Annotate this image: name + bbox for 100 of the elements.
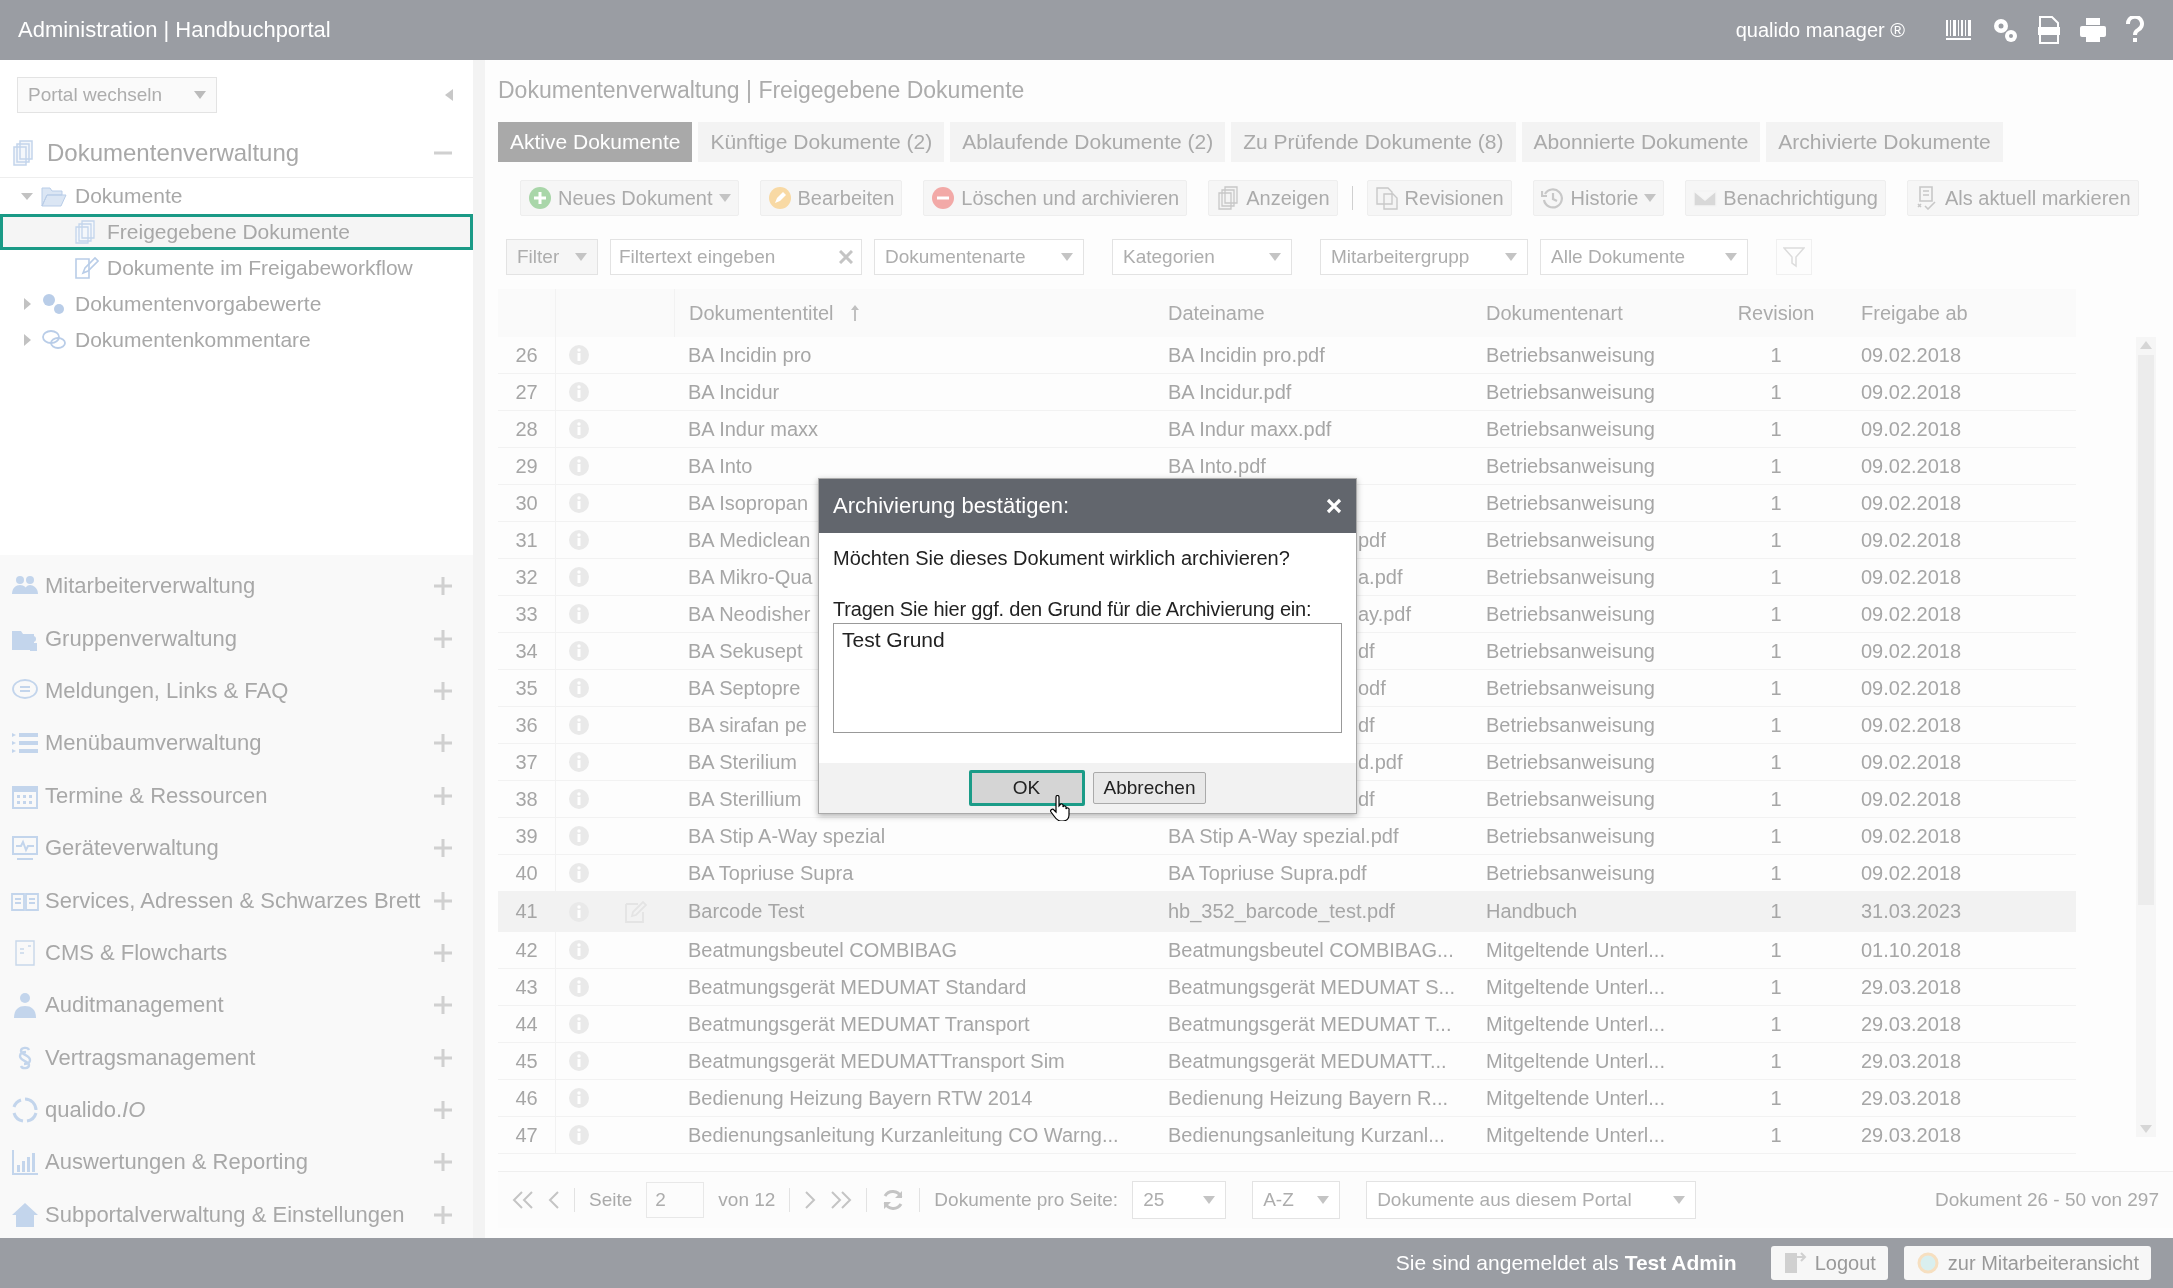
- plus-icon[interactable]: [433, 733, 453, 754]
- module-item[interactable]: Termine & Ressourcen: [0, 769, 473, 822]
- module-item[interactable]: Meldungen, Links & FAQ: [0, 664, 473, 718]
- toolbar-button[interactable]: Revisionen: [1366, 180, 1512, 216]
- toolbar-button[interactable]: Als aktuell markieren: [1906, 180, 2139, 216]
- module-item[interactable]: Mitarbeiterverwaltung: [0, 560, 473, 613]
- previous-page-icon[interactable]: [548, 1191, 560, 1209]
- plus-icon[interactable]: [433, 1152, 453, 1173]
- scope-select[interactable]: Dokumente aus diesem Portal: [1366, 1181, 1697, 1219]
- table-cell: BA Incidin pro: [688, 343, 812, 367]
- toolbar-button[interactable]: Bearbeiten: [759, 180, 903, 216]
- dialog-title: Archivierung bestätigen:: [833, 493, 1070, 519]
- plus-icon[interactable]: [433, 1100, 453, 1121]
- print-icon[interactable]: [2079, 17, 2107, 43]
- plus-icon[interactable]: [433, 1047, 453, 1068]
- spreadsheet-file-icon[interactable]: [2037, 16, 2061, 44]
- tree-item[interactable]: Dokumente: [0, 178, 473, 214]
- table-cell: BA Sterillium: [688, 787, 802, 811]
- module-item[interactable]: Auditmanagement: [0, 979, 473, 1032]
- clear-icon[interactable]: [839, 250, 853, 264]
- module-item[interactable]: Menübaumverwaltung: [0, 717, 473, 770]
- tree-item[interactable]: Dokumentenkommentare: [0, 322, 473, 358]
- copy-icon: [1374, 186, 1399, 210]
- module-label: Mitarbeiterverwaltung: [45, 573, 257, 600]
- toolbar-button[interactable]: Historie: [1532, 180, 1665, 216]
- tree-label: Freigegebene Dokumente: [107, 220, 350, 244]
- module-item[interactable]: qualido.IO: [0, 1083, 473, 1137]
- table-cell: 09.02.2018: [1861, 380, 1962, 404]
- plus-icon[interactable]: [433, 890, 453, 911]
- dialog-button[interactable]: OK: [968, 770, 1085, 806]
- last-page-icon[interactable]: [830, 1191, 853, 1209]
- module-item[interactable]: Gruppenverwaltung: [0, 612, 473, 665]
- module-item[interactable]: Auswertungen & Reporting: [0, 1136, 473, 1189]
- tree-item[interactable]: Freigegebene Dokumente: [0, 214, 473, 250]
- table-cell: Beatmungsbeutel COMBIBAG: [688, 938, 957, 962]
- first-page-icon[interactable]: [512, 1191, 534, 1209]
- sort-select[interactable]: A-Z: [1252, 1181, 1341, 1219]
- table-cell: BA Sterilium: [688, 750, 797, 774]
- plus-icon[interactable]: [433, 785, 453, 806]
- status-button[interactable]: zur Mitarbeiteransicht: [1903, 1246, 2151, 1280]
- table-cell: 1: [1770, 938, 1782, 962]
- tree-item[interactable]: Dokumente im Freigabeworkflow: [0, 250, 473, 286]
- tab[interactable]: Aktive Dokumente: [498, 122, 693, 162]
- row-number: 45: [498, 1043, 556, 1079]
- module-item[interactable]: CMS & Flowcharts: [0, 926, 473, 980]
- toolbar-button[interactable]: Löschen und archivieren: [923, 180, 1188, 216]
- table-cell: Beatmungsbeutel COMBIBAG...: [1168, 938, 1454, 962]
- status-button[interactable]: Logout: [1770, 1246, 1888, 1280]
- filter-dropdown[interactable]: Dokumentenarte: [874, 239, 1084, 275]
- tab[interactable]: Zu Prüfende Dokumente (8): [1231, 122, 1516, 162]
- filter-dropdown[interactable]: Filter: [506, 239, 598, 275]
- barcode-icon[interactable]: [1945, 18, 1973, 42]
- reason-field[interactable]: Test Grund: [833, 623, 1342, 733]
- section-title[interactable]: Dokumentenverwaltung: [47, 139, 423, 167]
- portal-select[interactable]: Portal wechseln: [17, 77, 217, 113]
- scroll-up-icon[interactable]: [2140, 341, 2152, 349]
- next-page-icon[interactable]: [804, 1191, 817, 1209]
- module-item[interactable]: Vertragsmanagement: [0, 1031, 473, 1084]
- selected-row[interactable]: 41 Barcode Test hb_352_barcode_test.pdf Handbuch 1 31.03.2023: [498, 892, 2076, 932]
- page-field[interactable]: 2: [646, 1182, 705, 1218]
- tree-item[interactable]: Dokumentenvorgabewerte: [0, 286, 473, 322]
- dialog-button[interactable]: Abbrechen: [1092, 772, 1207, 804]
- tab[interactable]: Künftige Dokumente (2): [698, 122, 945, 162]
- plus-icon[interactable]: [433, 995, 453, 1016]
- toolbar-button[interactable]: Anzeigen: [1208, 180, 1338, 216]
- table-cell: 09.02.2018: [1861, 454, 1962, 478]
- help-icon[interactable]: [2125, 16, 2145, 44]
- tab[interactable]: Archivierte Dokumente: [1766, 122, 2003, 162]
- caret-right-icon[interactable]: [21, 334, 33, 346]
- gears-icon[interactable]: [1991, 16, 2019, 44]
- filter-dropdown[interactable]: Kategorien: [1112, 239, 1292, 275]
- table-cell: Betriebsanweisung: [1486, 824, 1655, 848]
- module-item[interactable]: Geräteverwaltung: [0, 821, 473, 875]
- row-number: 32: [498, 559, 556, 595]
- per-page-select[interactable]: 25: [1132, 1181, 1227, 1219]
- caret-down-icon[interactable]: [21, 190, 33, 202]
- filter-text-field[interactable]: Filtertext eingeben: [610, 239, 862, 275]
- caret-icon: [1317, 1196, 1330, 1204]
- toolbar-button[interactable]: Benachrichtigung: [1685, 180, 1886, 216]
- scroll-down-icon[interactable]: [2140, 1125, 2152, 1133]
- toolbar-button[interactable]: Neues Dokument: [520, 180, 739, 216]
- scrollbar[interactable]: [2136, 337, 2156, 1137]
- tab[interactable]: Abonnierte Dokumente: [1521, 122, 1761, 162]
- module-item[interactable]: Services, Adressen & Schwarzes Brett: [0, 874, 473, 927]
- plus-icon[interactable]: [433, 1204, 453, 1225]
- plus-icon[interactable]: [433, 576, 453, 597]
- plus-icon[interactable]: [433, 628, 453, 649]
- plus-icon[interactable]: [433, 838, 453, 859]
- caret-right-icon[interactable]: [21, 298, 33, 310]
- filter-button[interactable]: [1776, 239, 1812, 275]
- table-cell: Mitgeltende Unterl...: [1486, 938, 1665, 962]
- row-number: 38: [498, 781, 556, 817]
- tab[interactable]: Ablaufende Dokumente (2): [950, 122, 1226, 162]
- filter-dropdown[interactable]: Alle Dokumente: [1540, 239, 1748, 275]
- plus-icon[interactable]: [433, 680, 453, 701]
- module-item[interactable]: Subportalverwaltung & Einstellungen: [0, 1188, 473, 1242]
- filter-dropdown[interactable]: Mitarbeitergrupp: [1320, 239, 1528, 275]
- plus-icon[interactable]: [433, 942, 453, 963]
- close-icon[interactable]: [1326, 498, 1342, 514]
- collapse-sidebar-icon[interactable]: [445, 89, 453, 101]
